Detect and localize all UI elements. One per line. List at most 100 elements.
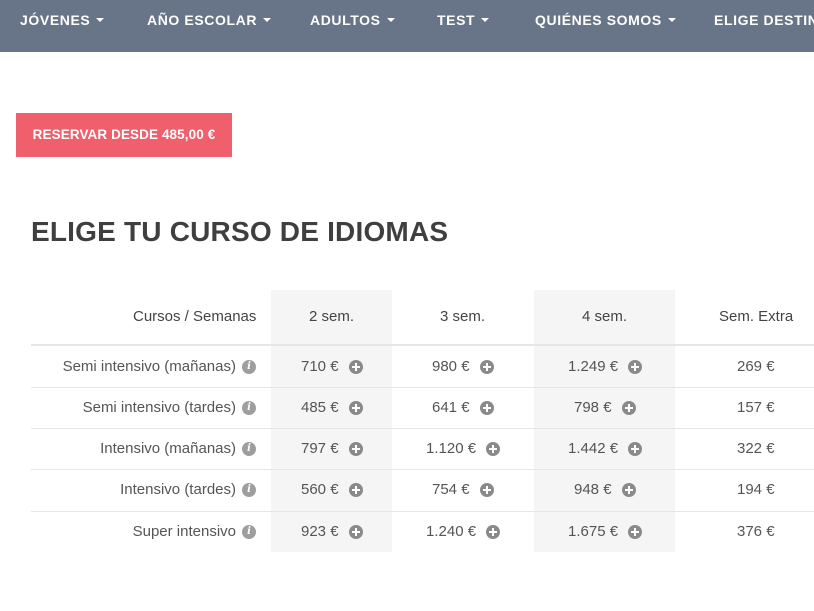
plus-circle-icon[interactable] — [628, 524, 643, 539]
extra-week-cell: 269 € — [737, 358, 775, 375]
plus-circle-icon[interactable] — [348, 441, 363, 456]
info-icon[interactable]: i — [242, 400, 256, 415]
price-cell: 1.240 € — [426, 523, 501, 540]
price-value: 710 € — [301, 358, 339, 375]
nav-item-elige-destino[interactable]: ELIGE DESTINO — [714, 12, 814, 28]
price-value: 560 € — [301, 481, 339, 498]
price-cell: 1.249 € — [568, 358, 643, 375]
plus-circle-icon[interactable] — [628, 359, 643, 374]
price-cell: 980 € — [432, 358, 494, 375]
extra-week-cell: 157 € — [737, 399, 775, 416]
table-row-label: Semi intensivo (mañanas) i — [63, 358, 256, 375]
price-cell: 1.120 € — [426, 440, 501, 457]
extra-week-cell: 194 € — [737, 481, 775, 498]
plus-circle-icon[interactable] — [348, 524, 363, 539]
course-name: Semi intensivo (mañanas) — [62, 358, 236, 375]
plus-circle-icon[interactable] — [479, 400, 494, 415]
header-divider — [31, 344, 814, 346]
column-shade-4-weeks — [534, 290, 675, 552]
price-cell: 560 € — [301, 481, 363, 498]
nav-item-label: TEST — [437, 12, 476, 28]
price-cell: 754 € — [432, 481, 494, 498]
extra-week-cell: 376 € — [737, 523, 775, 540]
price-value: 1.249 € — [568, 358, 619, 375]
price-cell: 798 € — [574, 399, 636, 416]
price-value: 485 € — [301, 399, 339, 416]
table-row-label: Super intensivo i — [133, 523, 256, 540]
table-row-label: Intensivo (mañanas) i — [100, 440, 256, 457]
price-cell: 710 € — [301, 358, 363, 375]
plus-circle-icon[interactable] — [486, 441, 501, 456]
nav-item-label: JÓVENES — [20, 12, 91, 28]
extra-week-cell: 322 € — [737, 440, 775, 457]
plus-circle-icon[interactable] — [348, 359, 363, 374]
table-row-label: Intensivo (tardes) i — [120, 481, 256, 498]
course-name: Semi intensivo (tardes) — [82, 399, 236, 416]
info-icon[interactable]: i — [242, 482, 256, 497]
caret-down-icon — [96, 18, 105, 23]
price-cell: 1.675 € — [568, 523, 643, 540]
caret-down-icon — [386, 18, 395, 23]
course-name: Intensivo (mañanas) — [100, 440, 236, 457]
nav-item-jovenes[interactable]: JÓVENES — [20, 12, 105, 28]
header-courses-weeks: Cursos / Semanas — [133, 308, 257, 325]
reserve-button[interactable]: RESERVAR DESDE 485,00 € — [16, 113, 232, 157]
nav-item-adultos[interactable]: ADULTOS — [310, 12, 395, 28]
price-cell: 1.442 € — [568, 440, 643, 457]
nav-item-label: ADULTOS — [310, 12, 381, 28]
nav-item-test[interactable]: TEST — [437, 12, 490, 28]
plus-circle-icon[interactable] — [348, 400, 363, 415]
nav-item-quienes-somos[interactable]: QUIÉNES SOMOS — [535, 12, 676, 28]
price-cell: 948 € — [574, 481, 636, 498]
price-value: 322 € — [737, 440, 775, 457]
header-2-weeks: 2 sem. — [309, 308, 355, 325]
table-row-label: Semi intensivo (tardes) i — [83, 399, 256, 416]
price-cell: 485 € — [301, 399, 363, 416]
course-name: Super intensivo — [132, 523, 236, 540]
column-shade-2-weeks — [271, 290, 392, 552]
price-cell: 641 € — [432, 399, 494, 416]
price-value: 157 € — [737, 399, 775, 416]
row-divider — [31, 387, 814, 388]
plus-circle-icon[interactable] — [486, 524, 501, 539]
course-name: Intensivo (tardes) — [120, 481, 236, 498]
nav-item-label: QUIÉNES SOMOS — [535, 12, 662, 28]
plus-circle-icon[interactable] — [479, 359, 494, 374]
nav-item-label: ELIGE DESTINO — [714, 12, 814, 28]
price-cell: 923 € — [301, 523, 363, 540]
price-value: 754 € — [432, 481, 470, 498]
price-value: 194 € — [737, 481, 775, 498]
price-value: 980 € — [432, 358, 470, 375]
top-navbar: JÓVENES AÑO ESCOLAR ADULTOS TEST QUIÉNES… — [0, 0, 814, 52]
price-value: 376 € — [737, 523, 775, 540]
price-value: 1.442 € — [568, 440, 619, 457]
plus-circle-icon[interactable] — [621, 400, 636, 415]
caret-down-icon — [263, 18, 272, 23]
caret-down-icon — [481, 18, 490, 23]
header-4-weeks: 4 sem. — [582, 308, 628, 325]
plus-circle-icon[interactable] — [479, 482, 494, 497]
plus-circle-icon[interactable] — [621, 482, 636, 497]
section-title: ELIGE TU CURSO DE IDIOMAS — [31, 216, 449, 247]
info-icon[interactable]: i — [242, 441, 256, 456]
info-icon[interactable]: i — [242, 359, 256, 374]
price-value: 1.120 € — [426, 440, 477, 457]
price-value: 641 € — [432, 399, 470, 416]
plus-circle-icon[interactable] — [628, 441, 643, 456]
row-divider — [31, 428, 814, 429]
price-value: 1.240 € — [426, 523, 477, 540]
info-icon[interactable]: i — [242, 524, 256, 539]
price-value: 923 € — [301, 523, 339, 540]
price-value: 269 € — [737, 358, 775, 375]
caret-down-icon — [667, 18, 676, 23]
header-extra-week: Sem. Extra — [719, 308, 794, 325]
row-divider — [31, 511, 814, 512]
nav-item-label: AÑO ESCOLAR — [147, 12, 258, 28]
price-cell: 797 € — [301, 440, 363, 457]
price-value: 1.675 € — [568, 523, 619, 540]
nav-item-ano-escolar[interactable]: AÑO ESCOLAR — [147, 12, 272, 28]
plus-circle-icon[interactable] — [348, 482, 363, 497]
price-value: 948 € — [574, 481, 612, 498]
price-value: 798 € — [574, 399, 612, 416]
row-divider — [31, 469, 814, 470]
